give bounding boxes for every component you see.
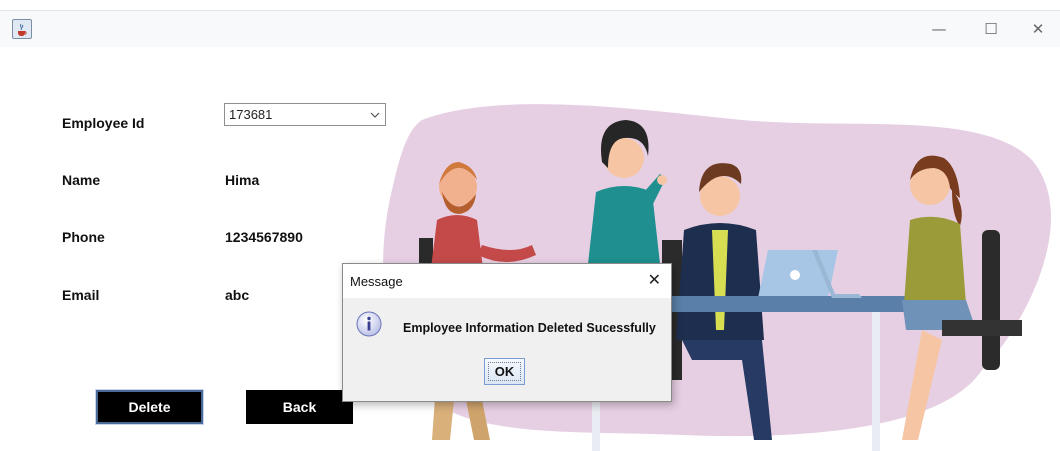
dialog-title: Message xyxy=(350,274,403,289)
dialog-title-bar: Message ✕ xyxy=(343,264,671,298)
employee-id-selected: 173681 xyxy=(229,107,273,122)
email-value: abc xyxy=(225,287,250,303)
name-value: Hima xyxy=(225,172,260,188)
info-icon xyxy=(356,311,382,337)
ok-button[interactable]: OK xyxy=(484,358,525,385)
delete-button[interactable]: Delete xyxy=(95,389,204,425)
dialog-message: Employee Information Deleted Sucessfully xyxy=(403,321,656,335)
dialog-close-button[interactable]: ✕ xyxy=(648,270,661,289)
minimize-button[interactable]: — xyxy=(916,11,962,47)
employee-id-label: Employee Id xyxy=(62,115,145,131)
message-dialog: Message ✕ Employee Information Deleted S… xyxy=(342,263,672,402)
title-bar: — ☐ ✕ xyxy=(0,10,1060,47)
chevron-down-icon xyxy=(370,112,380,118)
close-window-button[interactable]: ✕ xyxy=(1015,11,1060,47)
maximize-button[interactable]: ☐ xyxy=(968,11,1014,47)
name-label: Name xyxy=(62,172,101,188)
back-button[interactable]: Back xyxy=(246,390,353,424)
java-cup-icon[interactable] xyxy=(12,19,32,39)
phone-value: 1234567890 xyxy=(225,229,303,245)
phone-label: Phone xyxy=(62,229,105,245)
employee-id-combobox[interactable]: 173681 xyxy=(224,103,386,126)
email-label: Email xyxy=(62,287,100,303)
